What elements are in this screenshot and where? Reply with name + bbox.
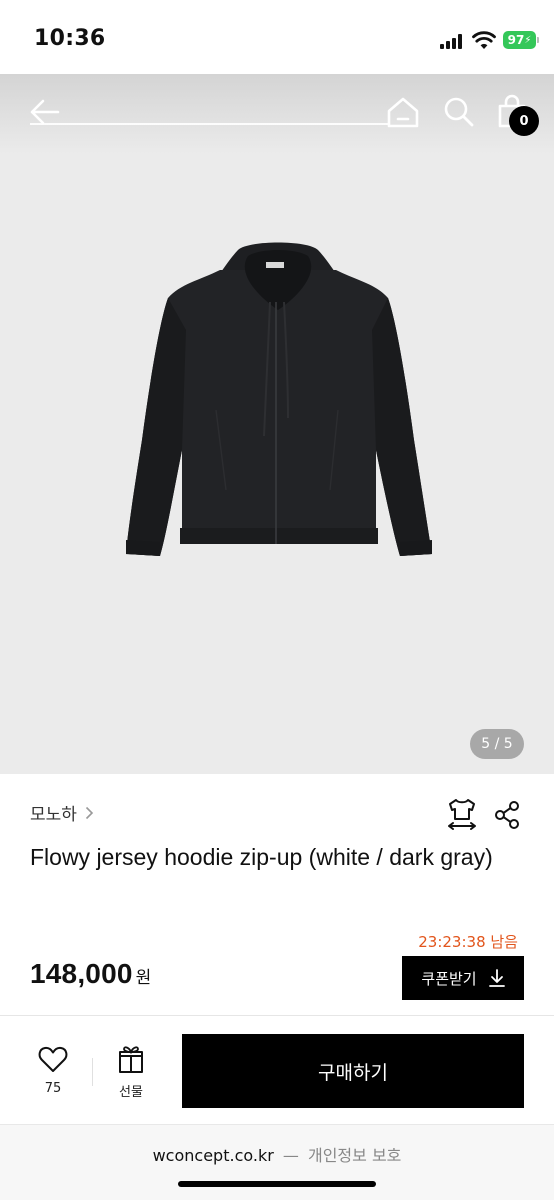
price-unit: 원 bbox=[135, 968, 152, 988]
cellular-signal-icon bbox=[440, 33, 464, 49]
coupon-button-label: 쿠폰받기 bbox=[421, 969, 477, 988]
coupon-timer: 23:23:38 남음 bbox=[418, 933, 518, 951]
gift-label: 선물 bbox=[119, 1085, 143, 1100]
like-count: 75 bbox=[44, 1081, 62, 1096]
status-bar: 10:36 97 ⚡ bbox=[0, 0, 554, 74]
browser-address-bar[interactable]: wconcept.co.kr — 개인정보 보호 bbox=[0, 1124, 554, 1200]
image-page-indicator: 5 / 5 bbox=[470, 729, 524, 759]
chevron-right-icon bbox=[85, 806, 94, 819]
wifi-icon bbox=[472, 31, 496, 49]
price-value: 148,000 bbox=[30, 958, 133, 989]
divider bbox=[92, 1058, 93, 1086]
brand-name: 모노하 bbox=[30, 805, 77, 825]
product-image bbox=[126, 242, 432, 556]
battery-level: 97 bbox=[507, 33, 525, 47]
brand-link[interactable]: 모노하 bbox=[30, 800, 94, 825]
download-icon bbox=[488, 969, 505, 987]
browser-privacy-label: 개인정보 보호 bbox=[307, 1146, 402, 1165]
size-guide-icon[interactable] bbox=[446, 797, 478, 831]
home-indicator[interactable] bbox=[178, 1181, 376, 1187]
browser-separator: — bbox=[282, 1146, 299, 1165]
battery-icon: 97 ⚡ bbox=[503, 31, 536, 49]
like-button[interactable]: 75 bbox=[30, 1045, 76, 1101]
get-coupon-button[interactable]: 쿠폰받기 bbox=[402, 956, 524, 1000]
share-icon[interactable] bbox=[492, 799, 522, 831]
buy-button[interactable]: 구매하기 bbox=[182, 1034, 524, 1108]
gift-button[interactable]: 선물 bbox=[108, 1045, 154, 1101]
product-image-gallery[interactable]: 0 5 / 5 bbox=[0, 74, 554, 774]
gift-icon bbox=[119, 1046, 143, 1073]
search-icon[interactable] bbox=[441, 94, 477, 130]
product-title: Flowy jersey hoodie zip-up (white / dark… bbox=[30, 844, 493, 870]
cart-count-badge: 0 bbox=[509, 106, 539, 136]
browser-url[interactable]: wconcept.co.kr bbox=[153, 1146, 274, 1165]
status-time: 10:36 bbox=[34, 26, 106, 51]
heart-icon bbox=[38, 1046, 68, 1072]
back-arrow-icon[interactable] bbox=[28, 94, 64, 130]
home-icon[interactable] bbox=[385, 94, 421, 130]
product-price: 148,000 원 bbox=[30, 958, 151, 990]
